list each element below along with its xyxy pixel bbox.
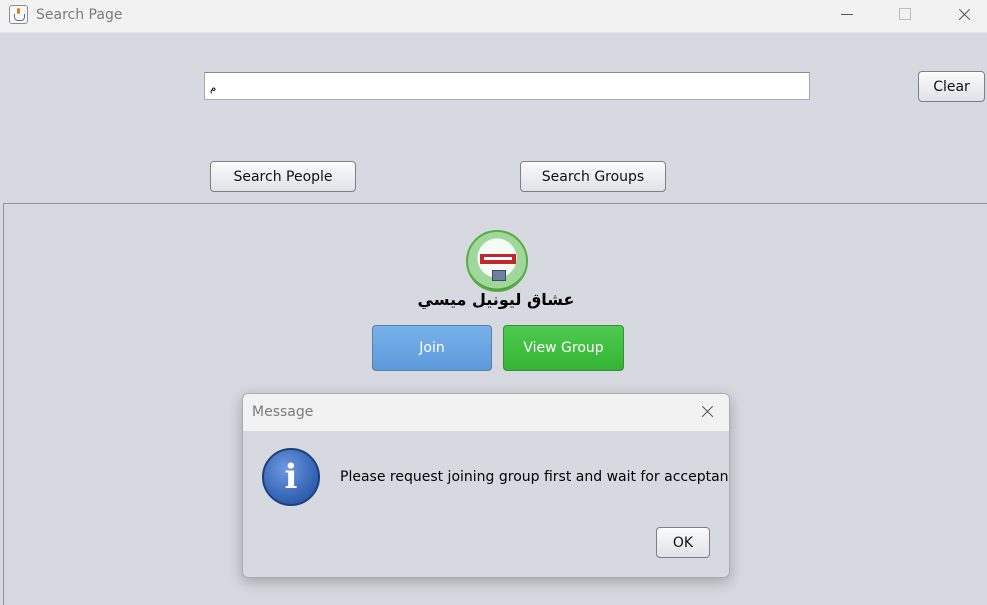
clear-button[interactable]: Clear xyxy=(918,71,985,102)
window-title: Search Page xyxy=(36,7,123,23)
ok-button[interactable]: OK xyxy=(656,527,710,558)
dialog-message: Please request joining group first and w… xyxy=(340,469,730,485)
java-app-icon xyxy=(9,5,28,24)
title-bar: Search Page xyxy=(0,0,987,33)
message-dialog: Message i Please request joining group f… xyxy=(242,393,730,578)
group-name: عشاق ليونيل ميسي xyxy=(417,290,575,309)
dialog-title: Message xyxy=(252,404,314,420)
view-group-button[interactable]: View Group xyxy=(503,325,624,371)
search-groups-button[interactable]: Search Groups xyxy=(520,161,666,192)
join-button[interactable]: Join xyxy=(372,325,492,371)
search-people-button[interactable]: Search People xyxy=(210,161,356,192)
dialog-title-bar: Message xyxy=(243,394,729,431)
maximize-button[interactable] xyxy=(882,0,928,32)
search-input[interactable] xyxy=(204,72,810,100)
dialog-close-button[interactable] xyxy=(695,400,721,424)
close-window-button[interactable] xyxy=(941,0,987,32)
info-icon: i xyxy=(262,448,320,506)
group-avatar xyxy=(466,230,528,292)
minimize-button[interactable] xyxy=(824,0,870,32)
